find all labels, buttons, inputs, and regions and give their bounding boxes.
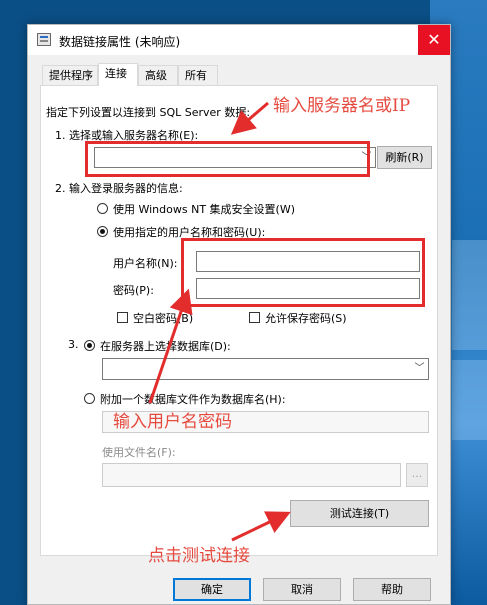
test-hint-arrow: [231, 511, 291, 542]
server-hint-arrow: [230, 101, 269, 135]
credentials-hint-arrow: [148, 288, 193, 404]
tab-connection[interactable]: 连接: [98, 63, 138, 86]
annotation-arrows: [148, 101, 291, 542]
